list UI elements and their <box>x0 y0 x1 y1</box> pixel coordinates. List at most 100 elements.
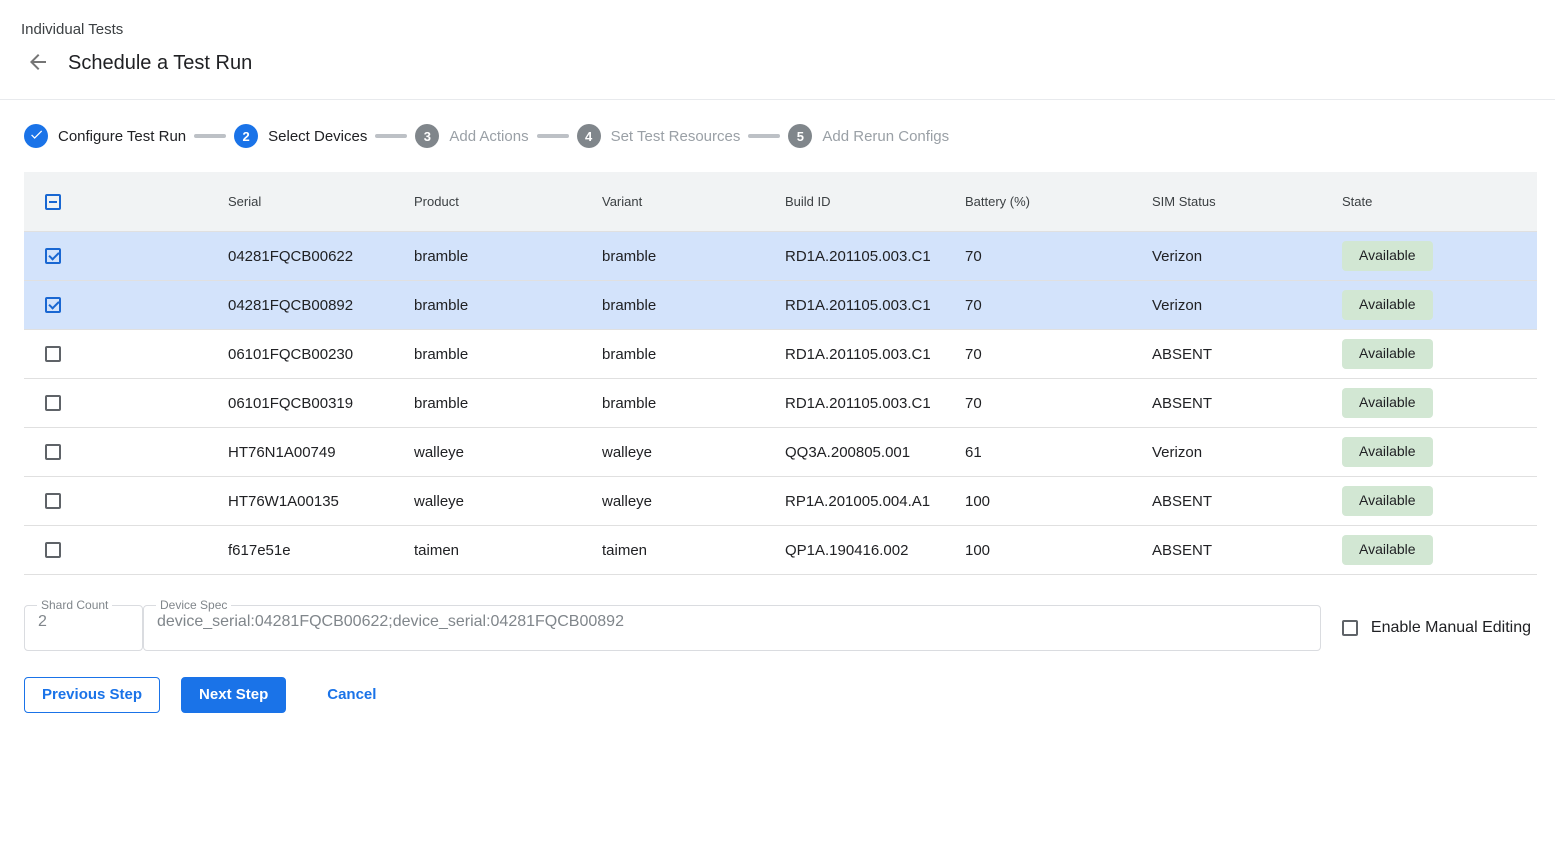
step-2-label: Select Devices <box>268 128 367 145</box>
row-checkbox[interactable] <box>45 542 61 558</box>
check-icon <box>29 127 44 145</box>
table-row[interactable]: HT76N1A00749 walleye walleye QQ3A.200805… <box>24 428 1537 477</box>
state-badge: Available <box>1342 486 1433 515</box>
row-checkbox[interactable] <box>45 248 61 264</box>
cell-battery: 70 <box>965 248 1152 265</box>
cell-product: walleye <box>414 493 602 510</box>
step-set-test-resources[interactable]: 4 Set Test Resources <box>577 124 741 148</box>
step-add-actions[interactable]: 3 Add Actions <box>415 124 528 148</box>
cell-variant: bramble <box>602 297 785 314</box>
row-checkbox[interactable] <box>45 346 61 362</box>
state-badge: Available <box>1342 241 1433 270</box>
row-checkbox[interactable] <box>45 493 61 509</box>
back-arrow-icon <box>26 50 50 77</box>
cell-battery: 100 <box>965 493 1152 510</box>
cancel-button[interactable]: Cancel <box>321 678 382 712</box>
cell-product: walleye <box>414 444 602 461</box>
cell-serial: HT76N1A00749 <box>228 444 414 461</box>
cell-serial: 04281FQCB00892 <box>228 297 414 314</box>
cell-serial: HT76W1A00135 <box>228 493 414 510</box>
state-badge: Available <box>1342 437 1433 466</box>
step-add-rerun-configs[interactable]: 5 Add Rerun Configs <box>788 124 949 148</box>
breadcrumb: Individual Tests <box>21 21 1531 38</box>
table-row[interactable]: 04281FQCB00892 bramble bramble RD1A.2011… <box>24 281 1537 330</box>
device-spec-label: Device Spec <box>156 599 231 611</box>
row-checkbox[interactable] <box>45 444 61 460</box>
cell-product: bramble <box>414 395 602 412</box>
cell-product: bramble <box>414 346 602 363</box>
column-header-battery: Battery (%) <box>965 194 1152 209</box>
form-row: Shard Count Device Spec Enable Manual Ed… <box>24 599 1531 651</box>
cell-serial: 04281FQCB00622 <box>228 248 414 265</box>
step-3-circle: 3 <box>415 124 439 148</box>
select-all-checkbox[interactable] <box>45 194 61 210</box>
cell-sim: ABSENT <box>1152 542 1342 559</box>
device-table: Serial Product Variant Build ID Battery … <box>24 172 1537 575</box>
stepper: Configure Test Run 2 Select Devices 3 Ad… <box>0 100 1555 148</box>
state-badge: Available <box>1342 339 1433 368</box>
page-title: Schedule a Test Run <box>68 52 252 75</box>
column-header-product: Product <box>414 194 602 209</box>
table-row[interactable]: f617e51e taimen taimen QP1A.190416.002 1… <box>24 526 1537 575</box>
step-configure-test-run[interactable]: Configure Test Run <box>24 124 186 148</box>
step-3-label: Add Actions <box>449 128 528 145</box>
step-connector <box>194 134 226 138</box>
enable-manual-editing[interactable]: Enable Manual Editing <box>1342 619 1531 637</box>
next-step-button[interactable]: Next Step <box>181 677 286 713</box>
cell-product: taimen <box>414 542 602 559</box>
cell-product: bramble <box>414 297 602 314</box>
step-4-label: Set Test Resources <box>611 128 741 145</box>
cell-battery: 70 <box>965 297 1152 314</box>
row-checkbox[interactable] <box>45 297 61 313</box>
enable-manual-editing-label: Enable Manual Editing <box>1371 619 1531 637</box>
column-header-variant: Variant <box>602 194 785 209</box>
step-5-circle: 5 <box>788 124 812 148</box>
cell-build-id: RD1A.201105.003.C1 <box>785 248 965 265</box>
cell-battery: 70 <box>965 395 1152 412</box>
cell-build-id: RD1A.201105.003.C1 <box>785 297 965 314</box>
shard-count-field: Shard Count <box>24 599 143 651</box>
cell-battery: 70 <box>965 346 1152 363</box>
state-badge: Available <box>1342 290 1433 319</box>
cell-variant: taimen <box>602 542 785 559</box>
cell-variant: bramble <box>602 346 785 363</box>
cell-sim: Verizon <box>1152 297 1342 314</box>
shard-count-label: Shard Count <box>37 599 112 611</box>
step-5-label: Add Rerun Configs <box>822 128 949 145</box>
table-header-row: Serial Product Variant Build ID Battery … <box>24 172 1537 232</box>
shard-count-input[interactable] <box>37 611 130 631</box>
cell-variant: bramble <box>602 248 785 265</box>
step-connector <box>537 134 569 138</box>
cell-sim: Verizon <box>1152 248 1342 265</box>
page: Individual Tests Schedule a Test Run Con… <box>0 0 1555 842</box>
step-4-circle: 4 <box>577 124 601 148</box>
step-1-circle <box>24 124 48 148</box>
step-connector <box>375 134 407 138</box>
cell-variant: walleye <box>602 444 785 461</box>
column-header-build-id: Build ID <box>785 194 965 209</box>
cell-serial: 06101FQCB00319 <box>228 395 414 412</box>
table-row[interactable]: HT76W1A00135 walleye walleye RP1A.201005… <box>24 477 1537 526</box>
back-button[interactable] <box>26 51 50 75</box>
actions-bar: Previous Step Next Step Cancel <box>24 677 1531 713</box>
table-row[interactable]: 06101FQCB00319 bramble bramble RD1A.2011… <box>24 379 1537 428</box>
device-spec-input[interactable] <box>156 611 1308 631</box>
cell-build-id: RP1A.201005.004.A1 <box>785 493 965 510</box>
table-row[interactable]: 06101FQCB00230 bramble bramble RD1A.2011… <box>24 330 1537 379</box>
cell-battery: 61 <box>965 444 1152 461</box>
cell-serial: 06101FQCB00230 <box>228 346 414 363</box>
row-checkbox[interactable] <box>45 395 61 411</box>
step-select-devices[interactable]: 2 Select Devices <box>234 124 367 148</box>
table-row[interactable]: 04281FQCB00622 bramble bramble RD1A.2011… <box>24 232 1537 281</box>
cell-product: bramble <box>414 248 602 265</box>
cell-sim: Verizon <box>1152 444 1342 461</box>
app-header: Individual Tests Schedule a Test Run <box>0 0 1555 100</box>
cell-variant: bramble <box>602 395 785 412</box>
cell-variant: walleye <box>602 493 785 510</box>
column-header-sim: SIM Status <box>1152 194 1342 209</box>
enable-manual-editing-checkbox[interactable] <box>1342 620 1358 636</box>
cell-serial: f617e51e <box>228 542 414 559</box>
column-header-state: State <box>1342 194 1537 209</box>
cell-build-id: RD1A.201105.003.C1 <box>785 395 965 412</box>
previous-step-button[interactable]: Previous Step <box>24 677 160 713</box>
